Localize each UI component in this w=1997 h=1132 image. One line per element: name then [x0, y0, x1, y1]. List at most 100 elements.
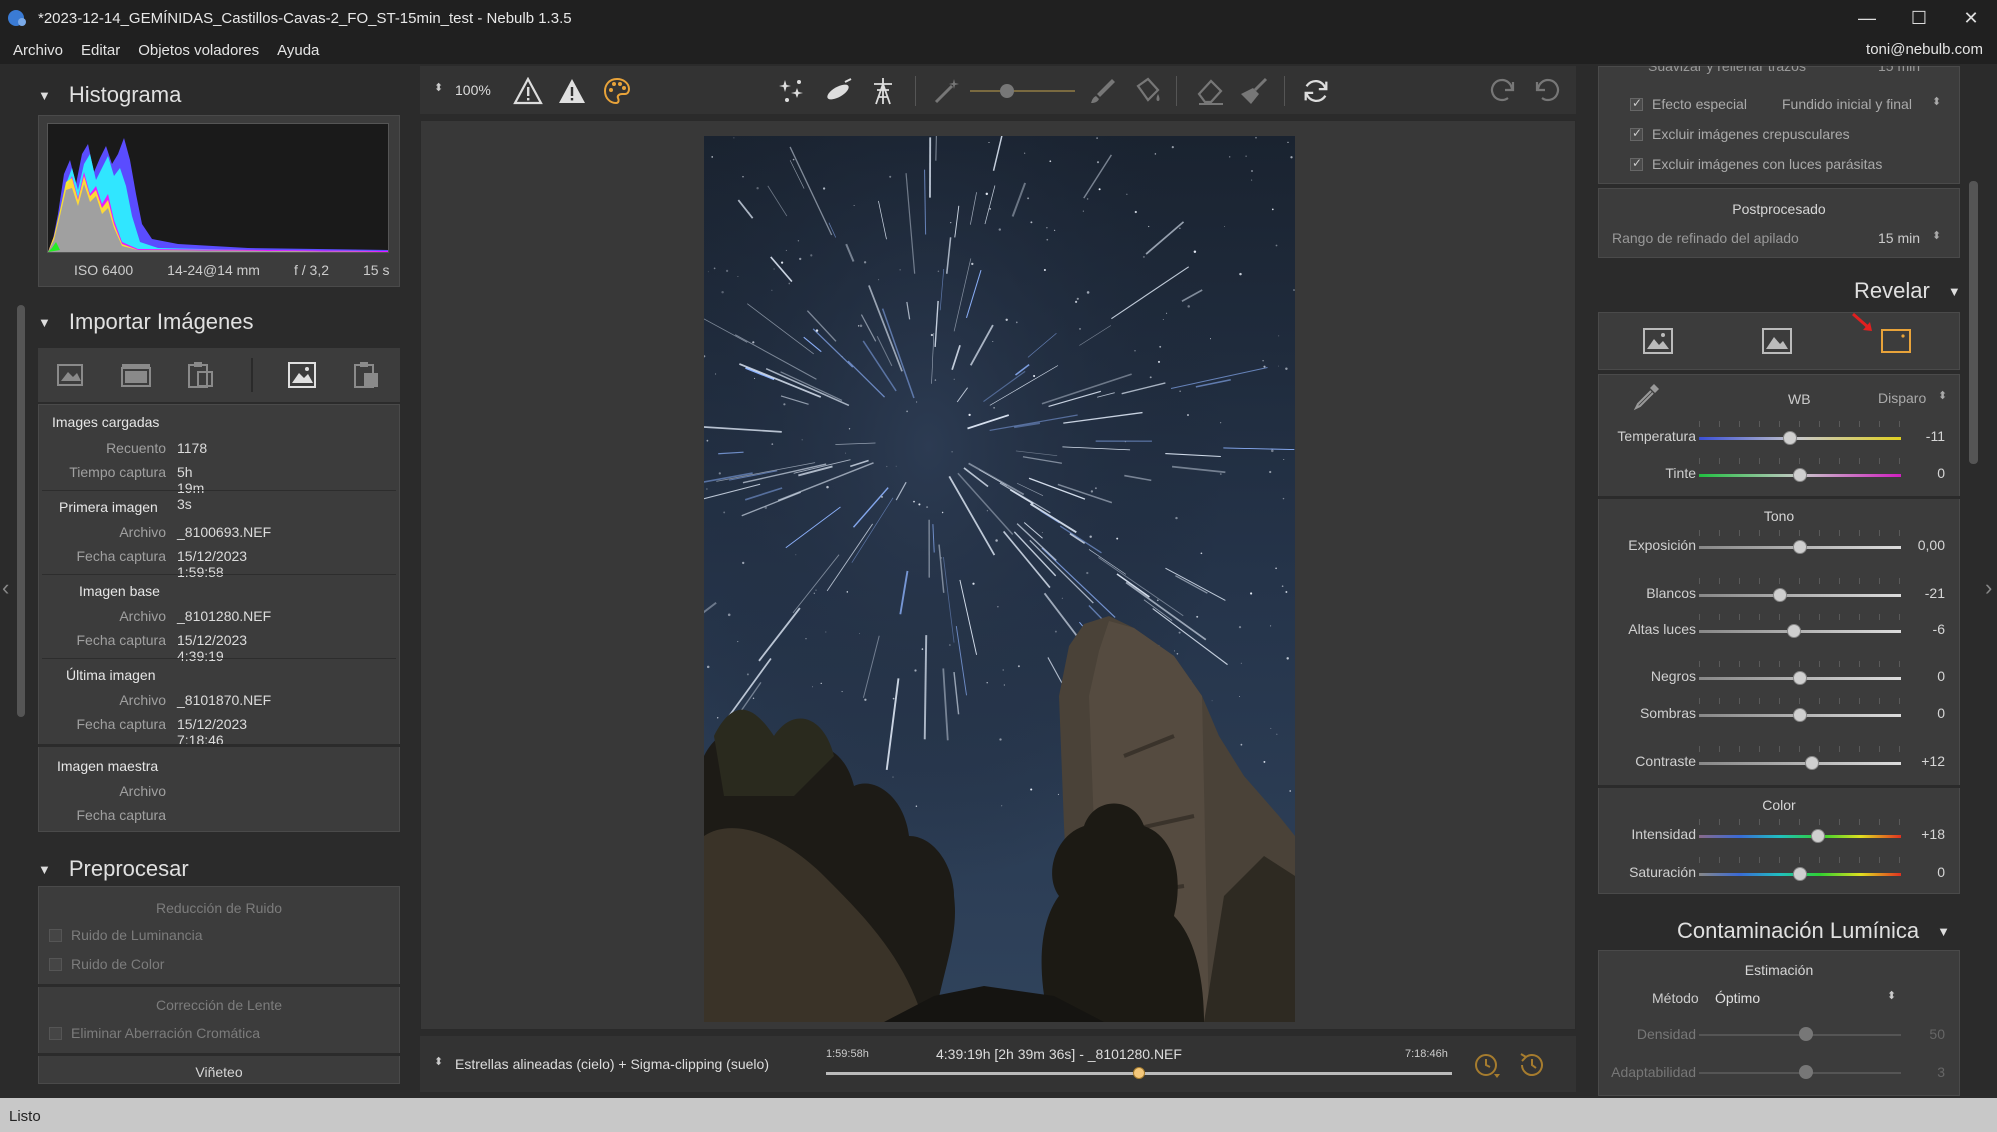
- base-image-icon[interactable]: [286, 359, 318, 391]
- magic-wand-icon[interactable]: [932, 76, 962, 106]
- slider-thumb[interactable]: [1793, 540, 1807, 554]
- brush-icon[interactable]: [1088, 76, 1118, 106]
- refine-range-value[interactable]: 15 min: [1878, 230, 1920, 246]
- clock-forward-icon[interactable]: [1472, 1050, 1502, 1084]
- menu-archivo[interactable]: Archivo: [0, 42, 63, 59]
- collapse-right-icon[interactable]: ›: [1985, 575, 1992, 601]
- stack-mode-select[interactable]: Estrellas alineadas (cielo) + Sigma-clip…: [455, 1056, 769, 1072]
- star-dot: [1098, 188, 1101, 191]
- warning-filled-icon[interactable]: [557, 76, 587, 106]
- star-dot: [737, 641, 739, 643]
- master-image-icon[interactable]: [351, 359, 383, 391]
- ground-image-icon[interactable]: [1762, 327, 1792, 359]
- last-file-value[interactable]: _8101870.NEF: [177, 692, 271, 708]
- slider-track[interactable]: [1699, 835, 1901, 838]
- stack-mode-stepper-icon[interactable]: ⬍: [434, 1055, 443, 1068]
- antenna-tower-icon[interactable]: [868, 76, 898, 106]
- density-value: 50: [1929, 1026, 1945, 1042]
- star-dot: [707, 271, 709, 273]
- refresh-icon[interactable]: [1301, 76, 1331, 106]
- menu-objetos-voladores[interactable]: Objetos voladores: [125, 42, 259, 59]
- eyedropper-icon[interactable]: [1632, 381, 1662, 415]
- chromatic-aberration-checkbox[interactable]: Eliminar Aberración Cromática: [49, 1025, 260, 1041]
- star-dot: [859, 324, 863, 328]
- method-select[interactable]: Óptimo: [1715, 990, 1760, 1006]
- slider-thumb[interactable]: [1793, 708, 1807, 722]
- histogram-graph: [48, 138, 388, 252]
- broom-icon[interactable]: [1239, 76, 1269, 106]
- slider-thumb[interactable]: [1793, 468, 1807, 482]
- slider-track[interactable]: [1699, 762, 1901, 765]
- select-stepper-icon[interactable]: ⬍: [1932, 95, 1941, 108]
- close-button[interactable]: ✕: [1945, 0, 1997, 36]
- full-image-icon[interactable]: [1881, 328, 1911, 358]
- import-images-icon[interactable]: [55, 359, 87, 391]
- zoom-level[interactable]: 100%: [455, 82, 491, 98]
- density-thumb[interactable]: [1799, 1027, 1814, 1041]
- zoom-stepper-icon[interactable]: ⬍: [434, 81, 443, 94]
- brush-size-slider[interactable]: [970, 90, 1075, 92]
- special-effect-select[interactable]: Fundido inicial y final: [1782, 96, 1912, 112]
- star-dot: [1159, 345, 1162, 348]
- star-dot: [752, 697, 755, 700]
- star-dot: [1017, 665, 1020, 668]
- exclude-twilight-checkbox[interactable]: Excluir imágenes crepusculares: [1630, 126, 1850, 142]
- wb-stepper-icon[interactable]: ⬍: [1938, 389, 1947, 402]
- redo-icon[interactable]: [1488, 76, 1518, 106]
- vignette-title[interactable]: Viñeteo: [38, 1064, 400, 1080]
- slider-thumb[interactable]: [1793, 671, 1807, 685]
- slider-thumb[interactable]: [1793, 867, 1807, 881]
- minimize-button[interactable]: —: [1841, 0, 1893, 36]
- refine-stepper-icon[interactable]: ⬍: [1932, 229, 1941, 242]
- import-header[interactable]: ▼ Importar Imágenes: [38, 309, 254, 335]
- satellite-meteor-icon[interactable]: [823, 76, 853, 106]
- exclude-lights-checkbox[interactable]: Excluir imágenes con luces parásitas: [1630, 156, 1882, 172]
- color-noise-checkbox[interactable]: Ruido de Color: [49, 956, 164, 972]
- histogram-header[interactable]: ▼ Histograma: [38, 82, 181, 108]
- star-dot: [780, 261, 784, 264]
- develop-header[interactable]: Revelar ▼: [1854, 278, 1961, 304]
- method-stepper-icon[interactable]: ⬍: [1887, 989, 1896, 1002]
- palette-icon[interactable]: [602, 76, 632, 106]
- menu-ayuda[interactable]: Ayuda: [264, 42, 319, 59]
- slider-thumb[interactable]: [1772, 588, 1787, 602]
- brush-size-thumb[interactable]: [1000, 84, 1014, 98]
- maximize-button[interactable]: ☐: [1893, 0, 1945, 36]
- star-dot: [916, 401, 918, 403]
- star-dot: [993, 407, 995, 409]
- base-file-value[interactable]: _8101280.NEF: [177, 608, 271, 624]
- special-effect-checkbox[interactable]: Efecto especial: [1630, 96, 1747, 112]
- collapse-left-icon[interactable]: ‹: [2, 575, 9, 601]
- star-dot: [1003, 684, 1005, 686]
- slider-thumb[interactable]: [1782, 431, 1797, 445]
- slider-thumb[interactable]: [1805, 756, 1820, 770]
- menu-editar[interactable]: Editar: [68, 42, 120, 59]
- adaptability-thumb[interactable]: [1799, 1065, 1814, 1079]
- undo-icon[interactable]: [1532, 76, 1562, 106]
- paint-bucket-icon[interactable]: [1132, 76, 1162, 106]
- paste-images-icon[interactable]: [185, 359, 217, 391]
- eraser-icon[interactable]: [1195, 76, 1225, 106]
- warning-outline-icon[interactable]: [513, 76, 543, 106]
- sky-image-icon[interactable]: [1643, 327, 1673, 359]
- timeline-thumb[interactable]: [1133, 1067, 1145, 1079]
- preview-image[interactable]: [704, 136, 1295, 1022]
- star-dot: [1271, 449, 1274, 453]
- slider-track[interactable]: [1699, 594, 1901, 597]
- star-dot: [1211, 700, 1213, 702]
- wb-select[interactable]: Disparo: [1878, 390, 1926, 406]
- light-pollution-header[interactable]: Contaminación Lumínica ▼: [1677, 918, 1950, 944]
- first-file-value[interactable]: _8100693.NEF: [177, 524, 271, 540]
- left-scrollbar[interactable]: [17, 305, 25, 717]
- stars-sparkle-icon[interactable]: [777, 76, 807, 106]
- preprocess-header[interactable]: ▼ Preprocesar: [38, 856, 189, 882]
- image-viewer[interactable]: [420, 120, 1576, 1030]
- user-account[interactable]: toni@nebulb.com: [1866, 41, 1983, 58]
- star-dot: [771, 289, 773, 291]
- right-scrollbar[interactable]: [1969, 181, 1978, 464]
- import-video-icon[interactable]: [120, 359, 152, 391]
- clock-history-icon[interactable]: [1517, 1050, 1547, 1084]
- slider-track[interactable]: [1699, 437, 1901, 440]
- slider-thumb[interactable]: [1786, 624, 1801, 638]
- luminance-noise-checkbox[interactable]: Ruido de Luminancia: [49, 927, 203, 943]
